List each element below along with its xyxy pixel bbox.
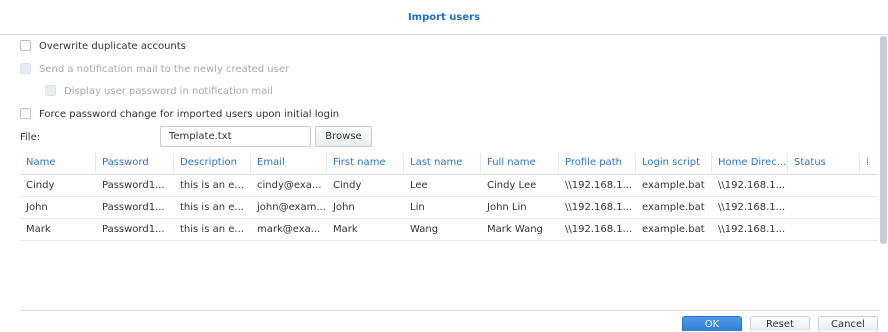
cell-password: Password1... [102, 224, 165, 235]
send-notification-checkbox [20, 62, 31, 74]
file-label: File: [20, 132, 41, 143]
cancel-button[interactable]: Cancel [818, 316, 878, 331]
cell-name: John [26, 202, 48, 213]
cell-home-directory: \\192.168.1... [718, 202, 786, 213]
column-header-last-name[interactable]: Last name [404, 153, 481, 173]
cell-password: Password1... [102, 202, 165, 213]
cell-login-script: example.bat [642, 202, 705, 213]
column-header-description[interactable]: Description [174, 153, 251, 173]
cell-email: mark@exa... [257, 224, 321, 235]
cell-email: john@exam... [257, 202, 326, 213]
cell-description: this is an e... [180, 224, 244, 235]
ok-button[interactable]: OK [682, 316, 742, 331]
table-row[interactable]: Mark Password1... this is an e... mark@e… [20, 219, 878, 241]
column-header-full-name[interactable]: Full name [481, 153, 559, 173]
cell-status [788, 175, 860, 196]
column-header-email[interactable]: Email [251, 153, 327, 173]
cell-description: this is an e... [180, 202, 244, 213]
browse-button[interactable]: Browse [315, 126, 372, 147]
reset-button[interactable]: Reset [750, 316, 810, 331]
column-menu-icon[interactable]: ⁞ [860, 153, 878, 173]
column-header-home-directory[interactable]: Home Direc... [712, 153, 788, 173]
cell-name: Mark [26, 224, 51, 235]
cell-status [788, 197, 860, 218]
table-row[interactable]: John Password1... this is an e... john@e… [20, 197, 878, 219]
cell-email: cindy@exa... [257, 180, 322, 191]
cell-status [788, 219, 860, 240]
cell-first-name: Cindy [333, 180, 362, 191]
footer-divider [20, 310, 880, 311]
send-notification-option: Send a notification mail to the newly cr… [20, 62, 290, 77]
cell-password: Password1... [102, 180, 165, 191]
cell-full-name: Cindy Lee [487, 180, 537, 191]
column-header-profile-path[interactable]: Profile path [559, 153, 636, 173]
dialog-titlebar: Import users [0, 0, 888, 35]
dialog-title: Import users [407, 12, 481, 23]
table-header: Name Password Description Email First na… [20, 153, 878, 175]
cell-last-name: Lin [410, 202, 425, 213]
force-password-change-checkbox[interactable] [20, 107, 31, 119]
send-notification-label: Send a notification mail to the newly cr… [39, 64, 290, 75]
cell-last-name: Lee [410, 180, 428, 191]
cell-login-script: example.bat [642, 224, 705, 235]
display-password-checkbox [45, 84, 56, 96]
column-header-first-name[interactable]: First name [327, 153, 404, 173]
cell-description: this is an e... [180, 180, 244, 191]
column-header-status[interactable]: Status [788, 153, 860, 173]
cell-full-name: John Lin [487, 202, 527, 213]
cell-profile-path: \\192.168.1... [565, 224, 633, 235]
overwrite-duplicates-checkbox[interactable] [20, 39, 31, 51]
table-row[interactable]: Cindy Password1... this is an e... cindy… [20, 175, 878, 197]
cell-home-directory: \\192.168.1... [718, 180, 786, 191]
cell-first-name: Mark [333, 224, 358, 235]
cell-full-name: Mark Wang [487, 224, 543, 235]
cell-last-name: Wang [410, 224, 439, 235]
display-password-option: Display user password in notification ma… [45, 84, 273, 99]
cell-profile-path: \\192.168.1... [565, 202, 633, 213]
display-password-label: Display user password in notification ma… [64, 86, 273, 97]
cell-first-name: John [333, 202, 355, 213]
vertical-scrollbar[interactable] [880, 36, 887, 244]
overwrite-duplicates-option[interactable]: Overwrite duplicate accounts [20, 39, 186, 54]
force-password-change-label: Force password change for imported users… [39, 109, 340, 120]
overwrite-duplicates-label: Overwrite duplicate accounts [39, 41, 186, 52]
file-path-input[interactable]: Template.txt [160, 126, 311, 147]
column-header-login-script[interactable]: Login script [636, 153, 712, 173]
force-password-change-option[interactable]: Force password change for imported users… [20, 107, 340, 122]
users-table: Name Password Description Email First na… [20, 153, 878, 241]
column-header-name[interactable]: Name [20, 153, 96, 173]
cell-profile-path: \\192.168.1... [565, 180, 633, 191]
cell-login-script: example.bat [642, 180, 705, 191]
column-header-password[interactable]: Password [96, 153, 174, 173]
cell-name: Cindy [26, 180, 55, 191]
cell-home-directory: \\192.168.1... [718, 224, 786, 235]
